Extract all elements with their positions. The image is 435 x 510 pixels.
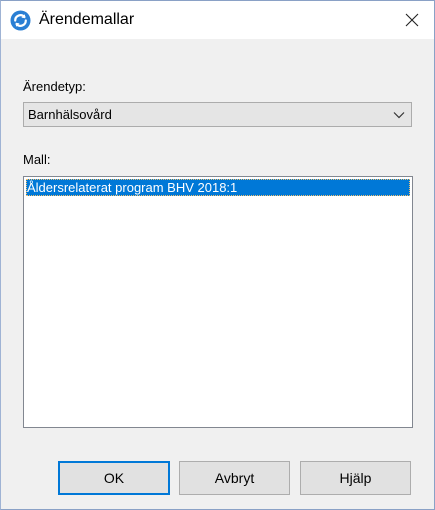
- help-button[interactable]: Hjälp: [300, 461, 411, 495]
- dialog-window: Ärendemallar Ärendetyp: Barnhälsovård Ma…: [0, 0, 435, 510]
- refresh-circle-icon: [10, 10, 31, 31]
- chevron-down-icon: [393, 112, 405, 119]
- title-bar[interactable]: Ärendemallar: [1, 1, 434, 39]
- close-button[interactable]: [392, 1, 432, 39]
- ok-button[interactable]: OK: [58, 461, 170, 495]
- template-list[interactable]: Åldersrelaterat program BHV 2018:1: [23, 176, 413, 428]
- list-item[interactable]: Åldersrelaterat program BHV 2018:1: [26, 179, 410, 196]
- template-label: Mall:: [23, 152, 51, 167]
- case-type-value: Barnhälsovård: [28, 107, 112, 122]
- case-type-label: Ärendetyp:: [23, 79, 86, 94]
- cancel-button[interactable]: Avbryt: [179, 461, 290, 495]
- window-title: Ärendemallar: [39, 11, 135, 28]
- case-type-dropdown[interactable]: Barnhälsovård: [23, 102, 412, 127]
- close-icon: [405, 13, 419, 27]
